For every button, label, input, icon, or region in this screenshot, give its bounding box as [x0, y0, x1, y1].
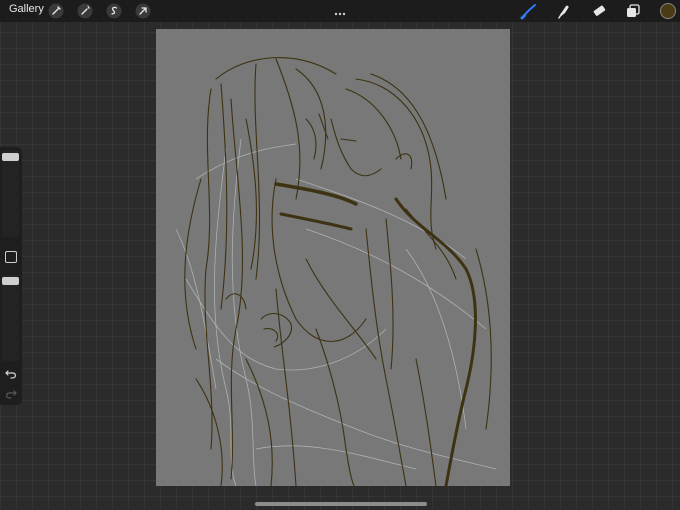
- smudge-icon[interactable]: [555, 2, 573, 20]
- transform-arrow-icon[interactable]: [135, 3, 151, 19]
- modify-square-icon[interactable]: [5, 251, 17, 263]
- sketch-artwork: [175, 57, 497, 486]
- home-indicator[interactable]: [255, 502, 427, 506]
- opacity-slider[interactable]: [2, 275, 19, 361]
- top-toolbar: Gallery: [0, 0, 680, 22]
- opacity-thumb[interactable]: [2, 277, 19, 285]
- layers-icon[interactable]: [624, 2, 642, 20]
- left-sidebar: [0, 147, 22, 405]
- brush-size-slider[interactable]: [2, 151, 19, 237]
- undo-icon[interactable]: [4, 367, 18, 379]
- selection-icon[interactable]: [106, 3, 122, 19]
- brush-icon[interactable]: [520, 2, 538, 20]
- magic-wand-icon[interactable]: [77, 3, 93, 19]
- more-options-icon[interactable]: [334, 4, 346, 16]
- drawing-canvas[interactable]: [156, 29, 510, 486]
- wrench-icon[interactable]: [48, 3, 64, 19]
- brush-size-thumb[interactable]: [2, 153, 19, 161]
- construction-lines: [175, 138, 497, 486]
- redo-icon[interactable]: [4, 387, 18, 399]
- gallery-button[interactable]: Gallery: [9, 3, 44, 15]
- eraser-icon[interactable]: [590, 2, 608, 20]
- color-swatch[interactable]: [660, 3, 676, 19]
